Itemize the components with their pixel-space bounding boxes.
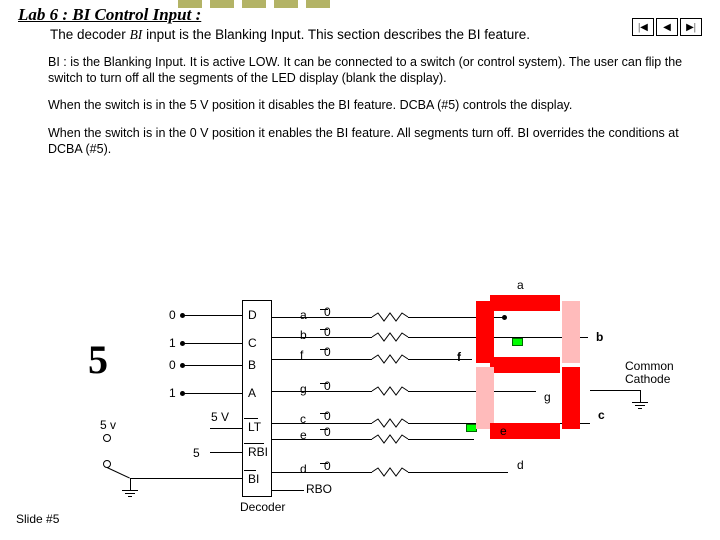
seg-d: d (517, 458, 524, 472)
source-5v: 5 v (100, 418, 116, 432)
pin-LT: LT (248, 420, 261, 434)
seg-c: c (598, 408, 605, 422)
para-0v: When the switch is in the 0 V position i… (0, 118, 720, 161)
prev-icon[interactable]: ◀ (656, 18, 678, 36)
ctrl-5: 5 (193, 446, 200, 460)
decoder-label: Decoder (240, 500, 285, 514)
bit-2: 0 (169, 358, 176, 372)
out-b: b (300, 328, 307, 342)
circuit-diagram: 5 0 D 1 C 0 B 1 A Decoder 5 V LT RBI 5 B… (0, 260, 720, 520)
digit-5: 5 (88, 336, 108, 383)
ctrl-5v: 5 V (211, 410, 229, 424)
bit-0: 0 (169, 308, 176, 322)
val-e: 0 (324, 425, 331, 439)
page-title: Lab 6 : BI Control Input : (0, 0, 720, 25)
decorative-bars (178, 0, 330, 8)
pin-BI: BI (248, 472, 259, 486)
val-f: 0 (324, 345, 331, 359)
out-a: a (300, 308, 307, 322)
resistors-icon (370, 304, 450, 484)
common-cathode: Common Cathode (625, 360, 685, 386)
pin-RBI: RBI (248, 445, 268, 459)
nav-controls: |◀ ◀ ▶| (632, 18, 702, 36)
first-icon[interactable]: |◀ (632, 18, 654, 36)
val-d: 0 (324, 459, 331, 473)
subtitle: The decoder BI input is the Blanking Inp… (0, 25, 610, 47)
slide-number: Slide #5 (16, 512, 59, 526)
out-d: d (300, 462, 307, 476)
bit-3: 1 (169, 386, 176, 400)
seg-g: g (544, 390, 551, 404)
next-icon[interactable]: ▶| (680, 18, 702, 36)
para-5v: When the switch is in the 5 V position i… (0, 90, 720, 118)
seg-f: f (457, 350, 461, 364)
val-c: 0 (324, 409, 331, 423)
seven-segment (476, 295, 586, 455)
out-g: g (300, 382, 307, 396)
seg-e: e (500, 424, 507, 438)
out-rbo: RBO (306, 482, 332, 496)
bit-1: 1 (169, 336, 176, 350)
decoder-box (242, 300, 272, 497)
seg-a: a (517, 278, 524, 292)
para-bi: BI : is the Blanking Input. It is active… (0, 47, 720, 90)
seg-b: b (596, 330, 603, 344)
